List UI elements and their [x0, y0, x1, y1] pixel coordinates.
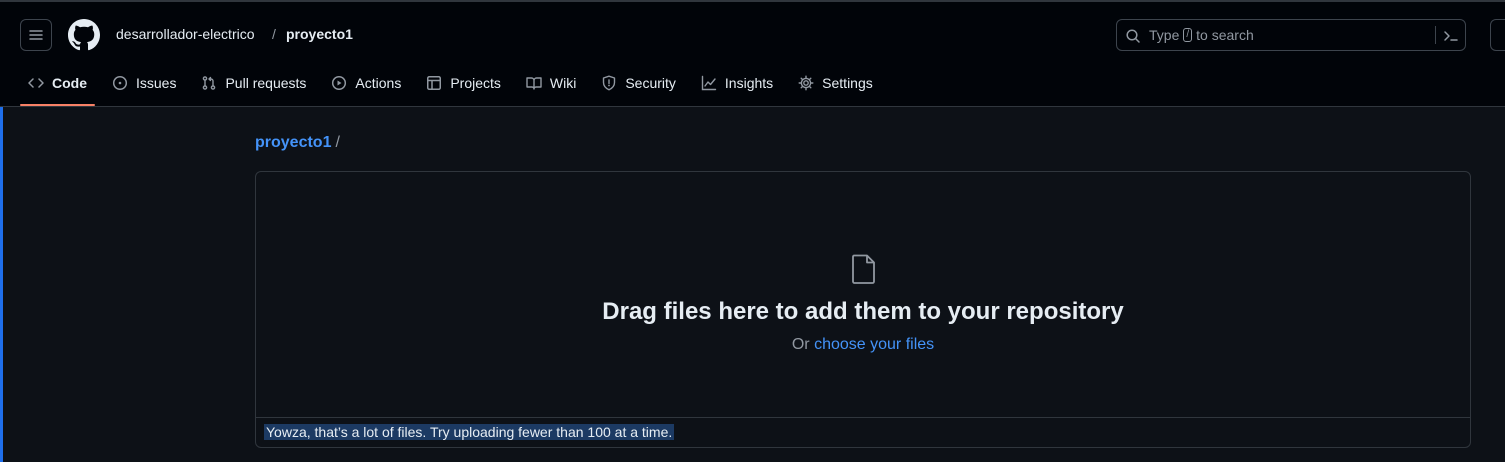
tab-actions[interactable]: Actions [323, 64, 409, 102]
play-icon [332, 75, 347, 91]
breadcrumb-repo-link[interactable]: proyecto1 [255, 134, 331, 151]
tab-label: Projects [450, 75, 501, 91]
tab-pull-requests[interactable]: Pull requests [193, 64, 314, 102]
tab-label: Pull requests [225, 75, 307, 91]
choose-files-link[interactable]: choose your files [814, 336, 934, 353]
tab-issues[interactable]: Issues [104, 64, 184, 102]
upload-error-bar: Yowza, that’s a lot of files. Try upload… [256, 417, 1470, 447]
upload-error-message: Yowza, that’s a lot of files. Try upload… [264, 424, 675, 440]
tab-insights[interactable]: Insights [693, 64, 781, 102]
file-icon [852, 254, 875, 284]
search-shortcut-key: / [1183, 28, 1193, 42]
repo-tabs: Code Issues Pull requests Actions Projec… [20, 64, 890, 106]
repo-link[interactable]: proyecto1 [286, 26, 353, 42]
book-icon [526, 77, 542, 90]
issue-icon [112, 75, 128, 91]
menu-button[interactable] [20, 19, 52, 51]
tab-label: Wiki [549, 75, 577, 91]
command-palette-icon[interactable] [1443, 28, 1459, 44]
tab-settings[interactable]: Settings [790, 64, 881, 102]
owner-link[interactable]: desarrollador-electrico [116, 26, 255, 42]
or-text: Or [791, 336, 810, 353]
hamburger-icon [29, 30, 43, 40]
create-new-button[interactable] [1490, 19, 1505, 51]
tab-security[interactable]: Security [593, 64, 684, 102]
dropzone-subtitle: Or choose your files [256, 336, 1470, 354]
top-border [0, 0, 1505, 2]
tab-code[interactable]: Code [20, 64, 95, 106]
table-icon [427, 76, 442, 90]
app-header: desarrollador-electrico / proyecto1 Type… [0, 0, 1505, 107]
code-icon [28, 78, 44, 88]
tab-label: Settings [822, 75, 873, 91]
search-divider [1435, 26, 1436, 44]
search-placeholder-post: to search [1196, 27, 1254, 43]
pull-request-icon [203, 76, 216, 90]
tab-label: Code [52, 75, 87, 91]
file-dropzone[interactable]: Drag files here to add them to your repo… [255, 171, 1471, 448]
tab-wiki[interactable]: Wiki [518, 64, 584, 102]
tab-label: Security [625, 75, 676, 91]
breadcrumb-separator: / [335, 134, 340, 151]
search-input[interactable]: Type / to search [1116, 19, 1466, 51]
search-placeholder-pre: Type [1149, 27, 1180, 43]
github-logo-icon[interactable] [68, 19, 100, 51]
tab-label: Issues [136, 75, 177, 91]
breadcrumb: proyecto1/ [255, 134, 340, 152]
tab-label: Insights [724, 75, 774, 91]
graph-icon [701, 75, 717, 91]
tab-projects[interactable]: Projects [418, 64, 509, 102]
dropzone-title: Drag files here to add them to your repo… [602, 298, 1124, 325]
crumb-separator: / [272, 26, 276, 42]
search-placeholder: Type / to search [1149, 27, 1254, 43]
shield-icon [603, 75, 616, 91]
tab-label: Actions [355, 75, 402, 91]
search-icon [1126, 29, 1140, 43]
gear-icon [798, 75, 814, 91]
